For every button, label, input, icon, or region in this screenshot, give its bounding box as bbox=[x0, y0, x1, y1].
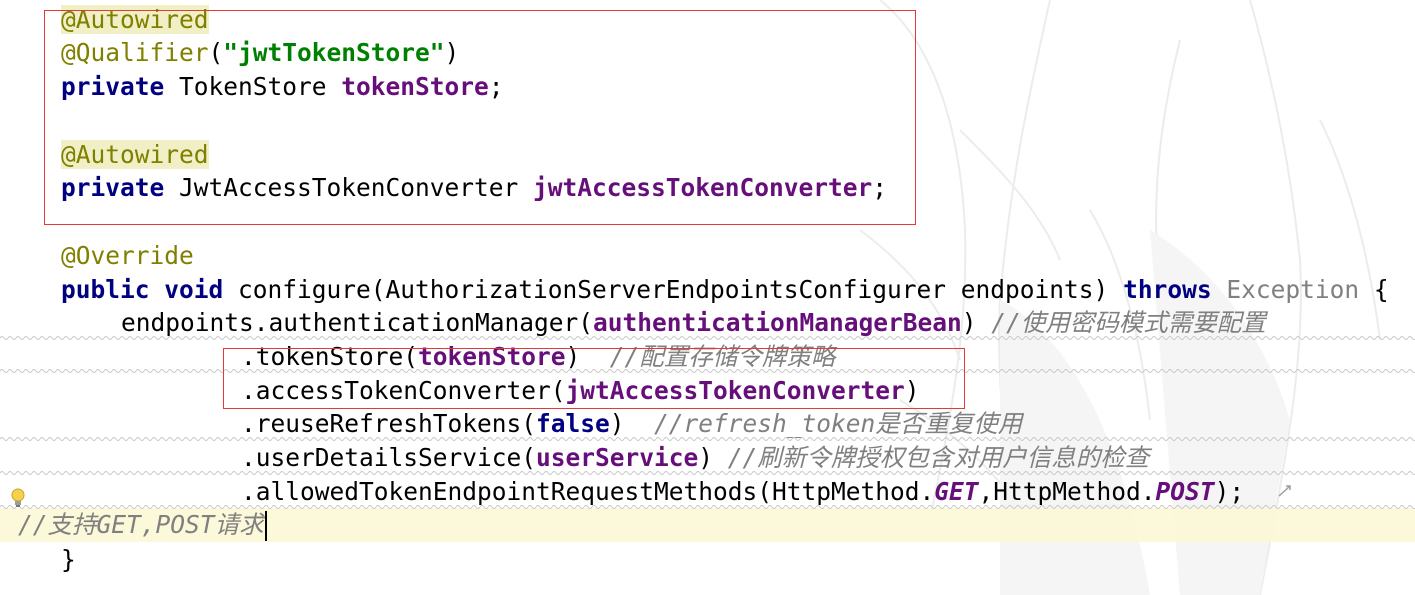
lightbulb-icon[interactable] bbox=[8, 487, 28, 509]
code-line-1: @Autowired bbox=[61, 3, 209, 37]
semicolon: ; bbox=[488, 72, 504, 101]
field-token-store: tokenStore bbox=[341, 72, 489, 101]
field-jwt-converter: jwtAccessTokenConverter bbox=[533, 173, 873, 202]
code-line-11: .reuseRefreshTokens(false) //refresh_tok… bbox=[241, 407, 1022, 441]
static-post: POST bbox=[1155, 477, 1215, 506]
type-name: JwtAccessTokenConverter bbox=[164, 173, 534, 202]
code-line-6: @Override bbox=[61, 239, 194, 273]
comment: //配置存储令牌策略 bbox=[609, 342, 836, 371]
call-suffix: ); bbox=[1214, 477, 1245, 506]
override-annotation: @Override bbox=[61, 241, 194, 270]
code-line-15: } bbox=[61, 543, 76, 577]
comment: //使用密码模式需要配置 bbox=[991, 308, 1266, 337]
keyword-false: false bbox=[536, 409, 610, 438]
field-user-service: userService bbox=[536, 443, 699, 472]
code-line-13: .allowedTokenEndpointRequestMethods(Http… bbox=[241, 475, 1244, 509]
code-line-10: .accessTokenConverter(jwtAccessTokenConv… bbox=[241, 374, 920, 408]
code-line-3: private TokenStore tokenStore; bbox=[61, 70, 504, 104]
call-suffix: ) bbox=[904, 376, 920, 405]
code-line-2: @Qualifier("jwtTokenStore") bbox=[61, 36, 459, 70]
code-line-12: .userDetailsService(userService) //刷新令牌授… bbox=[241, 441, 1149, 475]
comment: //刷新令牌授权包含对用户信息的检查 bbox=[727, 443, 1150, 472]
keyword-public: public bbox=[61, 275, 150, 304]
call-prefix: .userDetailsService( bbox=[241, 443, 537, 472]
semicolon: ; bbox=[872, 173, 888, 202]
code-editor[interactable]: @Autowired @Qualifier("jwtTokenStore") p… bbox=[0, 0, 1415, 595]
code-line-8: endpoints.authenticationManager(authenti… bbox=[121, 306, 1266, 340]
code-line-5: private JwtAccessTokenConverter jwtAcces… bbox=[61, 171, 887, 205]
paren-close: ) bbox=[444, 38, 460, 67]
field-auth-manager: authenticationManagerBean bbox=[593, 308, 962, 337]
static-get: GET bbox=[934, 477, 979, 506]
keyword-void: void bbox=[164, 275, 224, 304]
code-line-7: public void configure(AuthorizationServe… bbox=[61, 273, 1389, 307]
autowired-annotation: @Autowired bbox=[61, 5, 209, 34]
call-prefix: endpoints.authenticationManager( bbox=[121, 308, 594, 337]
method-signature: configure(AuthorizationServerEndpointsCo… bbox=[223, 275, 1124, 304]
comment: //refresh_token是否重复使用 bbox=[654, 409, 1023, 438]
call-suffix: ) bbox=[698, 443, 728, 472]
comment: //支持GET,POST请求 bbox=[18, 510, 264, 539]
open-brace: { bbox=[1359, 275, 1389, 304]
field-token-store: tokenStore bbox=[418, 342, 566, 371]
keyword-private: private bbox=[61, 173, 165, 202]
qualifier-annotation: @Qualifier bbox=[61, 38, 209, 67]
paren-open: ( bbox=[208, 38, 224, 67]
call-prefix: .accessTokenConverter( bbox=[241, 376, 566, 405]
keyword-throws: throws bbox=[1123, 275, 1212, 304]
call-suffix: ) bbox=[609, 409, 655, 438]
call-middle: ,HttpMethod. bbox=[978, 477, 1156, 506]
soft-wrap-icon bbox=[1278, 485, 1291, 497]
call-prefix: .allowedTokenEndpointRequestMethods(Http… bbox=[241, 477, 935, 506]
exception-type: Exception bbox=[1211, 275, 1360, 304]
code-line-14-current[interactable]: //支持GET,POST请求 bbox=[0, 508, 1415, 542]
qualifier-string: "jwtTokenStore" bbox=[223, 38, 445, 67]
type-name: TokenStore bbox=[164, 72, 342, 101]
code-line-4: @Autowired bbox=[61, 138, 209, 172]
call-suffix: ) bbox=[565, 342, 610, 371]
field-jwt-converter: jwtAccessTokenConverter bbox=[565, 376, 905, 405]
autowired-annotation: @Autowired bbox=[61, 140, 209, 169]
code-line-9: .tokenStore(tokenStore) //配置存储令牌策略 bbox=[241, 340, 835, 374]
keyword-private: private bbox=[61, 72, 165, 101]
call-suffix: ) bbox=[961, 308, 992, 337]
call-prefix: .tokenStore( bbox=[241, 342, 419, 371]
close-brace: } bbox=[61, 545, 76, 574]
text-caret bbox=[264, 511, 267, 541]
call-prefix: .reuseRefreshTokens( bbox=[241, 409, 537, 438]
